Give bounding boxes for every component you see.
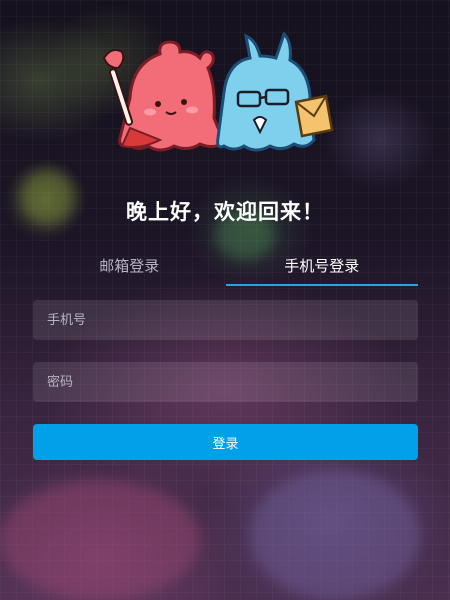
pink-bear-mascot-icon	[102, 40, 226, 152]
tab-phone-login[interactable]: 手机号登录	[225, 250, 419, 286]
blue-ghost-mascot-icon	[216, 31, 334, 152]
greeting-heading: 晚上好，欢迎回来！	[126, 200, 324, 224]
envelope-icon	[294, 94, 334, 138]
login-method-tabs: 邮箱登录 手机号登录	[33, 250, 418, 286]
tab-email-login[interactable]: 邮箱登录	[33, 250, 226, 286]
login-button[interactable]: 登录	[33, 424, 418, 460]
password-input[interactable]	[33, 362, 418, 402]
phone-number-input[interactable]	[33, 300, 418, 340]
mascots-illustration	[102, 31, 334, 152]
login-panel: 晚上好，欢迎回来！ 邮箱登录 手机号登录 登录	[0, 0, 450, 600]
paintbrush-icon	[102, 49, 134, 126]
